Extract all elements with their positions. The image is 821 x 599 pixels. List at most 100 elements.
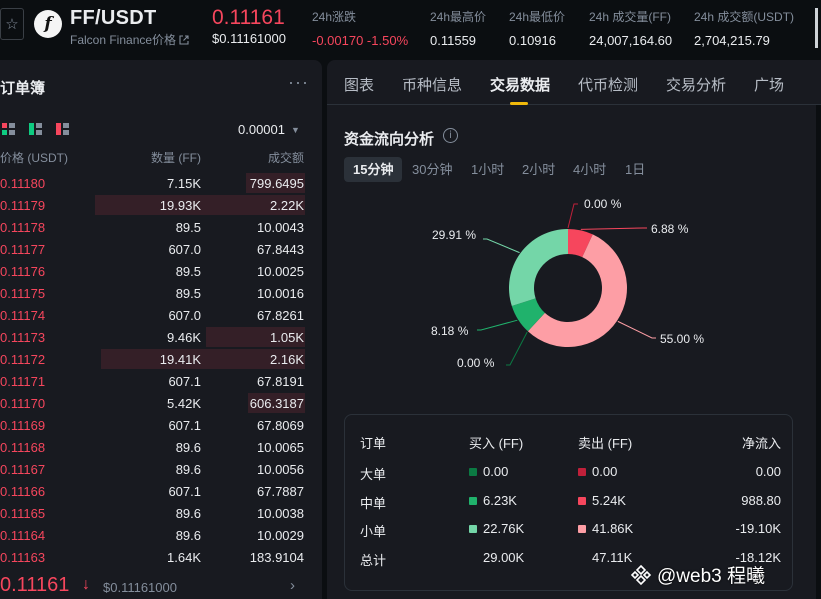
row-total: 10.0038 [257,506,304,521]
period-15m[interactable]: 15分钟 [344,157,403,182]
row-qty: 89.6 [175,462,201,477]
pair-name[interactable]: FF/USDT [70,7,157,30]
precision-value: 0.00001 [238,122,285,137]
watermark: @web3 程曦 [630,561,765,588]
row-total: 67.8069 [257,418,304,433]
row-qty: 89.5 [175,286,201,301]
row-total: 10.0056 [257,462,304,477]
orderbook-row[interactable]: 0.11175 89.5 10.0016 [0,282,305,304]
orderbook-row[interactable]: 0.11176 89.5 10.0025 [0,260,305,282]
orderbook-row[interactable]: 0.11169 607.1 67.8069 [0,414,305,436]
right-column-gap [816,105,821,599]
view-both-icon[interactable] [2,123,15,135]
row-qty: 89.5 [175,264,201,279]
orderbook-row[interactable]: 0.11168 89.6 10.0065 [0,436,305,458]
precision-select[interactable]: 0.00001 ▼ [238,122,300,137]
last-price-row[interactable]: 0.11161 ↓ $0.11161000 › [0,572,305,598]
row-qty: 1.64K [167,550,201,565]
row-qty: 607.1 [168,374,201,389]
tab-token-check[interactable]: 代币检测 [578,74,638,95]
tab-bar: 图表 币种信息 交易数据 代币检测 交易分析 广场 [327,60,821,105]
row-price: 0.11173 [0,330,46,345]
row-price: 0.11178 [0,220,46,235]
sell-value: 0.00 [592,464,618,479]
orderbook-row[interactable]: 0.11174 607.0 67.8261 [0,304,305,326]
pair-subtitle-link[interactable]: Falcon Finance价格 [70,31,189,48]
sell-value: 47.11K [592,550,633,565]
row-price: 0.11165 [0,506,46,521]
orderbook-view-modes [2,123,69,135]
last-price: 0.11161 [0,574,70,596]
row-qty: 607.1 [168,418,201,433]
buy-value: 0.00 [483,464,509,479]
row-qty: 7.15K [167,176,201,191]
row-total: 67.8261 [257,308,304,323]
tab-trade-analysis[interactable]: 交易分析 [666,74,726,95]
buy-legend-swatch [469,497,477,505]
orderbook-row[interactable]: 0.11172 19.41K 2.16K [0,348,305,370]
tab-trade-data[interactable]: 交易数据 [490,74,550,95]
orderbook-row[interactable]: 0.11180 7.15K 799.6495 [0,172,305,194]
chevron-right-icon[interactable]: › [290,577,295,594]
row-price: 0.11170 [0,396,46,411]
row-price: 0.11175 [0,286,46,301]
period-30m[interactable]: 30分钟 [412,157,452,182]
orderbook-row[interactable]: 0.11164 89.6 10.0029 [0,524,305,546]
orderbook-row[interactable]: 0.11171 607.1 67.8191 [0,370,305,392]
stat-value: 2,704,215.79 [694,33,770,48]
sell-value: 5.24K [592,493,626,508]
header-net: 净流入 [741,436,781,451]
table-header-row: 订单 买入 (FF) 卖出 (FF) 净流入 [345,431,794,451]
external-link-icon [179,34,189,45]
more-options-icon[interactable]: ··· [288,72,309,93]
row-total: 2.22K [270,198,304,213]
binance-square-logo-icon [630,564,652,585]
orderbook-row[interactable]: 0.11165 89.6 10.0038 [0,502,305,524]
row-total: 606.3187 [249,396,304,411]
pair-subtitle-label: Falcon Finance价格 [70,33,177,47]
orderbook-title: 订单簿 [0,80,46,97]
tab-square[interactable]: 广场 [754,74,784,95]
row-total: 10.0065 [257,440,304,455]
buy-value: 6.23K [483,493,517,508]
stat-24h-low: 24h最低价 0.10916 [509,8,565,48]
orderbook-row[interactable]: 0.11178 89.5 10.0043 [0,216,305,238]
sell-value: 41.86K [592,521,634,536]
header-order: 订单 [360,436,387,451]
last-price-usd: $0.11161000 [103,580,177,595]
donut-slice[interactable] [509,229,568,306]
fund-flow-title: 资金流向分析 [344,131,435,148]
view-bids-icon[interactable] [29,123,42,135]
favorite-star-icon[interactable]: ☆ [0,8,24,40]
orderbook-row[interactable]: 0.11163 1.64K 183.9104 [0,546,305,568]
stat-value: 24,007,164.60 [589,33,673,48]
tab-chart[interactable]: 图表 [344,74,374,95]
row-price: 0.11163 [0,550,46,565]
period-1h[interactable]: 1小时 [471,157,504,182]
orderbook-row[interactable]: 0.11177 607.0 67.8443 [0,238,305,260]
period-2h[interactable]: 2小时 [522,157,555,182]
falcon-finance-logo-icon: f [34,10,62,38]
stat-label: 24h最低价 [509,10,566,24]
row-label: 中单 [360,496,387,511]
donut-slice-label: 29.91 % [432,228,477,242]
header-buy: 买入 (FF) [469,436,524,451]
row-label: 小单 [360,524,387,539]
orderbook-row[interactable]: 0.11170 5.42K 606.3187 [0,392,305,414]
orderbook-row[interactable]: 0.11173 9.46K 1.05K [0,326,305,348]
stat-24h-volume: 24h 成交量(FF) 24,007,164.60 [589,8,672,48]
tab-coin-info[interactable]: 币种信息 [402,74,462,95]
orderbook-row[interactable]: 0.11166 607.1 67.7887 [0,480,305,502]
row-price: 0.11168 [0,440,46,455]
period-1d[interactable]: 1日 [625,157,645,182]
view-asks-icon[interactable] [56,123,69,135]
orderbook-row[interactable]: 0.11179 19.93K 2.22K [0,194,305,216]
info-icon[interactable]: i [443,128,458,143]
donut-slice-label: 8.18 % [431,324,469,338]
buy-value: 29.00K [483,550,525,565]
row-price: 0.11172 [0,352,46,367]
donut-slice-label: 0.00 % [457,356,495,370]
stat-value: 0.11559 [430,33,477,48]
period-4h[interactable]: 4小时 [573,157,606,182]
orderbook-row[interactable]: 0.11167 89.6 10.0056 [0,458,305,480]
